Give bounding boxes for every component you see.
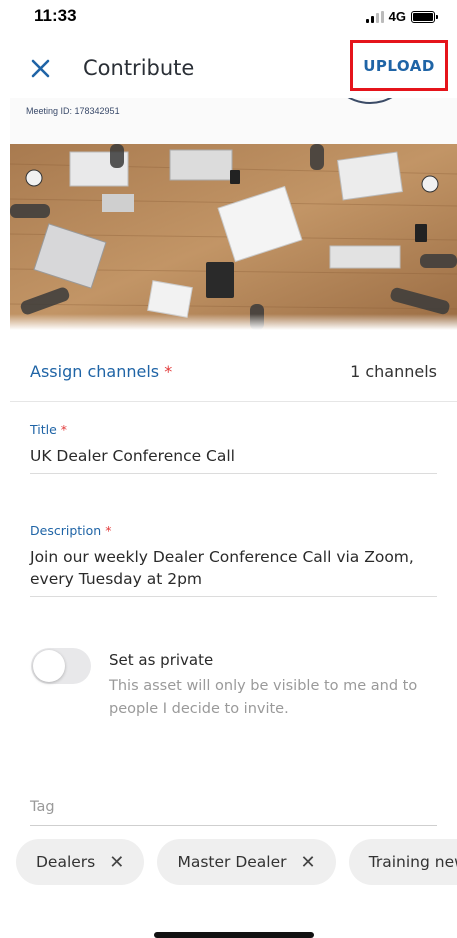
tag-chip[interactable]: Dealers ✕ (16, 839, 145, 885)
network-type: 4G (388, 9, 406, 24)
upload-button[interactable]: UPLOAD (350, 40, 448, 91)
title-input[interactable]: UK Dealer Conference Call (30, 445, 437, 474)
private-title: Set as private (109, 651, 214, 669)
asset-preview-image: Meeting ID: 178342951 (10, 98, 457, 330)
private-description: This asset will only be visible to me an… (109, 678, 418, 717)
tag-chips: Dealers ✕ Master Dealer ✕ Training news (16, 839, 457, 885)
close-icon (31, 59, 50, 78)
banner-header-strip: Meeting ID: 178342951 (10, 98, 457, 144)
title-field[interactable]: Title * UK Dealer Conference Call (30, 422, 437, 474)
status-time: 11:33 (34, 6, 77, 25)
signal-icon (365, 10, 384, 23)
meeting-id: Meeting ID: 178342951 (26, 106, 120, 116)
status-icons: 4G (365, 9, 438, 24)
assign-channels-label: Assign channels * (30, 362, 173, 381)
remove-tag-icon[interactable]: ✕ (109, 852, 124, 873)
description-label: Description * (30, 523, 112, 538)
remove-tag-icon[interactable]: ✕ (301, 852, 316, 873)
tag-chip-label: Master Dealer (177, 853, 287, 871)
logo-arc (347, 98, 393, 104)
tag-chip[interactable]: Training news (348, 839, 457, 885)
title-label: Title * (30, 422, 68, 437)
tag-placeholder: Tag (30, 799, 55, 815)
description-input[interactable]: Join our weekly Dealer Conference Call v… (30, 546, 437, 597)
assign-channels-row[interactable]: Assign channels * 1 channels (10, 348, 457, 402)
app-header: Contribute UPLOAD (0, 40, 457, 98)
channels-count: 1 channels (350, 362, 437, 381)
tag-input[interactable]: Tag (30, 796, 437, 826)
private-toggle[interactable] (31, 648, 91, 684)
battery-icon (411, 10, 438, 23)
tag-chip[interactable]: Master Dealer ✕ (157, 839, 336, 885)
status-bar: 11:33 4G (0, 0, 457, 36)
page-title: Contribute (83, 56, 195, 80)
tag-chip-label: Training news (368, 853, 457, 871)
toggle-knob (33, 650, 65, 682)
close-button[interactable] (26, 53, 56, 83)
banner-fade (10, 314, 457, 330)
upload-label: UPLOAD (363, 56, 435, 75)
meeting-table-photo (10, 144, 457, 330)
description-field[interactable]: Description * Join our weekly Dealer Con… (30, 523, 437, 597)
home-indicator (154, 932, 314, 938)
tag-chip-label: Dealers (36, 853, 96, 871)
